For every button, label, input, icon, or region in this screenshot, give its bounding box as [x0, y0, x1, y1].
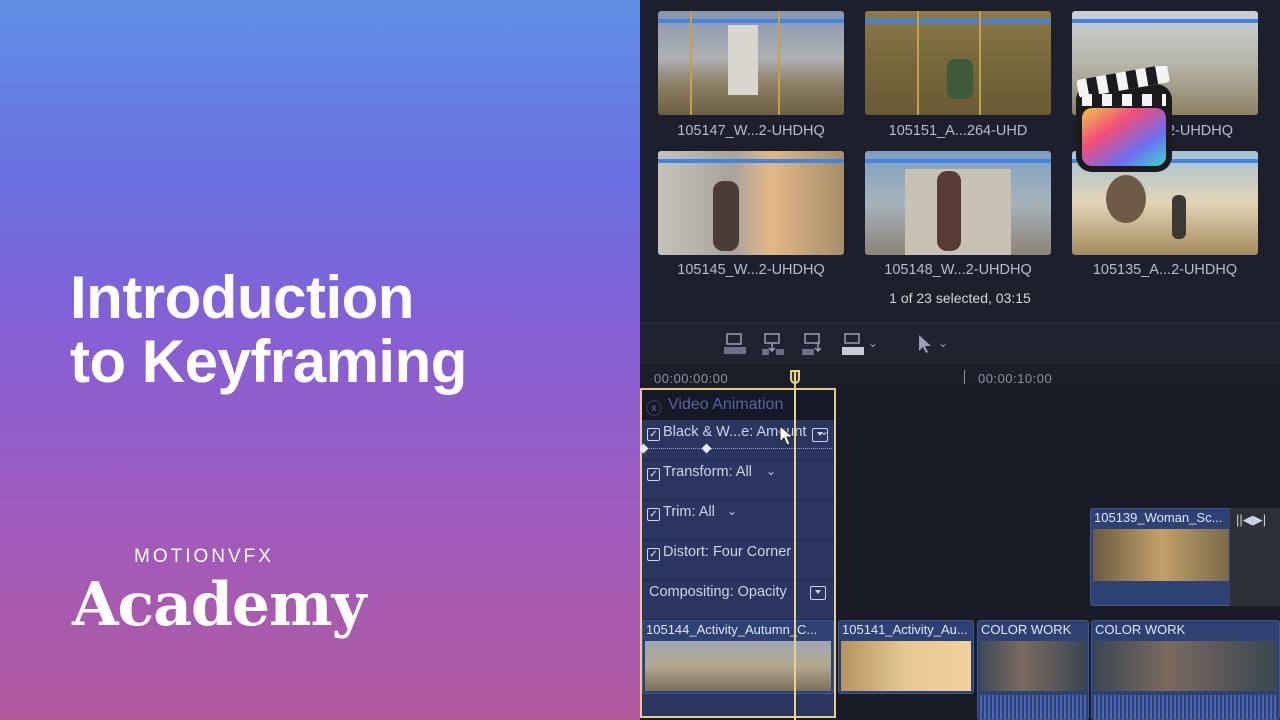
- clip-label: 105144_Activity_Autumn_C...: [646, 622, 818, 637]
- clip-label: COLOR WORK: [1095, 622, 1186, 637]
- course-title-line2: to Keyframing: [70, 328, 467, 395]
- param-checkbox[interactable]: ✓: [647, 548, 660, 561]
- chevron-down-icon[interactable]: ⌄: [868, 336, 878, 350]
- clip-label: 105145_W...2-UHDHQ: [677, 262, 825, 278]
- figure-shape: [713, 181, 739, 251]
- clip-label: 105139_Woman_Sc...: [1094, 510, 1223, 525]
- fcp-window: 105147_W...2-UHDHQ 105151_A...264-UHD 2-…: [640, 0, 1280, 720]
- selection-range: [690, 11, 780, 115]
- clip-usage-bar: [865, 159, 1051, 163]
- selection-status: 1 of 23 selected, 03:15: [889, 290, 1031, 306]
- timeline-clip[interactable]: 105141_Activity_Au...: [838, 620, 974, 694]
- clip-label: 105147_W...2-UHDHQ: [677, 123, 825, 139]
- insert-clip-icon[interactable]: [760, 331, 786, 357]
- clip-filmstrip: [645, 641, 831, 691]
- clip-filmstrip: [841, 641, 971, 691]
- param-label: Transform: All: [663, 464, 752, 480]
- promo-panel: Introduction to Keyframing MOTIONVFX Aca…: [0, 0, 640, 720]
- audio-waveform: [1094, 695, 1277, 719]
- clip-label: 105151_A...264-UHD: [888, 123, 1028, 139]
- param-row-transform[interactable]: ✓ Transform: All ⌄: [642, 460, 834, 500]
- append-clip-icon[interactable]: [800, 331, 826, 357]
- param-checkbox[interactable]: ✓: [647, 468, 660, 481]
- clip-usage-bar: [658, 159, 844, 163]
- audio-waveform: [980, 695, 1086, 719]
- keyframe-track[interactable]: [646, 448, 832, 449]
- chevron-down-icon[interactable]: ⌄: [766, 464, 776, 478]
- param-checkbox[interactable]: ✓: [647, 428, 660, 441]
- media-browser: 105147_W...2-UHDHQ 105151_A...264-UHD 2-…: [640, 0, 1280, 322]
- timeline-ruler[interactable]: 00:00:00:00 00:00:10:00: [640, 366, 1280, 388]
- param-row-compositing[interactable]: Compositing: Opacity: [642, 580, 834, 620]
- mouse-cursor-icon: [779, 425, 795, 446]
- chevron-down-icon[interactable]: ⌄: [938, 336, 948, 350]
- param-label: Distort: Four Corner: [663, 544, 792, 560]
- video-animation-header: ⓧ Video Animation: [642, 390, 834, 420]
- figure-shape: [937, 171, 961, 251]
- final-cut-pro-icon: [1076, 66, 1172, 172]
- param-row-trim[interactable]: ✓ Trim: All ⌄: [642, 500, 834, 540]
- selection-range: [917, 11, 981, 115]
- close-icon[interactable]: ⓧ: [646, 395, 662, 419]
- connected-clip[interactable]: 105139_Woman_Sc...: [1090, 508, 1232, 606]
- brand-academy: Academy: [72, 570, 366, 640]
- clip-filmstrip: [1094, 641, 1277, 691]
- clip-label: 105141_Activity_Au...: [842, 622, 968, 637]
- clip-thumbnail[interactable]: [658, 151, 844, 255]
- clip-label: 105135_A...2-UHDHQ: [1092, 262, 1238, 278]
- timecode-start: 00:00:00:00: [654, 371, 729, 386]
- ruler-tick: [964, 370, 965, 384]
- param-row-distort[interactable]: ✓ Distort: Four Corner: [642, 540, 834, 580]
- timeline-clip[interactable]: COLOR WORK: [977, 620, 1089, 720]
- figure-shape: [1172, 195, 1186, 239]
- clip-usage-bar: [1072, 19, 1258, 23]
- param-label: Compositing: Opacity: [649, 584, 787, 600]
- timecode-mid: 00:00:10:00: [978, 371, 1053, 386]
- clip-thumbnail[interactable]: [865, 151, 1051, 255]
- timeline-clip[interactable]: COLOR WORK: [1091, 620, 1280, 720]
- brand-name: MOTIONVFX: [134, 546, 274, 567]
- clip-filmstrip: [980, 641, 1086, 691]
- param-row-black-white[interactable]: ✓ Black & W...e: Amount ⌄: [642, 420, 834, 460]
- overwrite-clip-icon[interactable]: [840, 331, 866, 357]
- clip-label: COLOR WORK: [981, 622, 1072, 637]
- video-animation-title: Video Animation: [668, 396, 784, 413]
- clip-thumbnail[interactable]: [658, 11, 844, 115]
- trim-handle-icon: ||◀▶|: [1236, 512, 1267, 527]
- connect-clip-icon[interactable]: [722, 331, 748, 357]
- keyframe-menu-icon[interactable]: [810, 586, 826, 600]
- clip-filmstrip: [1093, 529, 1229, 581]
- course-title-line1: Introduction: [70, 264, 414, 331]
- clip-thumbnail[interactable]: [865, 11, 1051, 115]
- clip-label: 105148_W...2-UHDHQ: [884, 262, 1032, 278]
- select-tool-icon[interactable]: [912, 331, 938, 357]
- timeline-clip[interactable]: 105144_Activity_Autumn_C...: [642, 620, 834, 694]
- playhead[interactable]: [794, 370, 796, 720]
- param-checkbox[interactable]: ✓: [647, 508, 660, 521]
- timeline-toolbar: ⌄ ⌄: [640, 322, 1280, 366]
- course-title: Introduction to Keyframing: [70, 266, 467, 394]
- chevron-down-icon[interactable]: ⌄: [727, 504, 737, 518]
- keyframe-menu-icon[interactable]: [812, 428, 828, 442]
- transition-handle[interactable]: ||◀▶|: [1230, 508, 1280, 606]
- param-label: Trim: All: [663, 504, 715, 520]
- tree-shape: [1106, 175, 1146, 223]
